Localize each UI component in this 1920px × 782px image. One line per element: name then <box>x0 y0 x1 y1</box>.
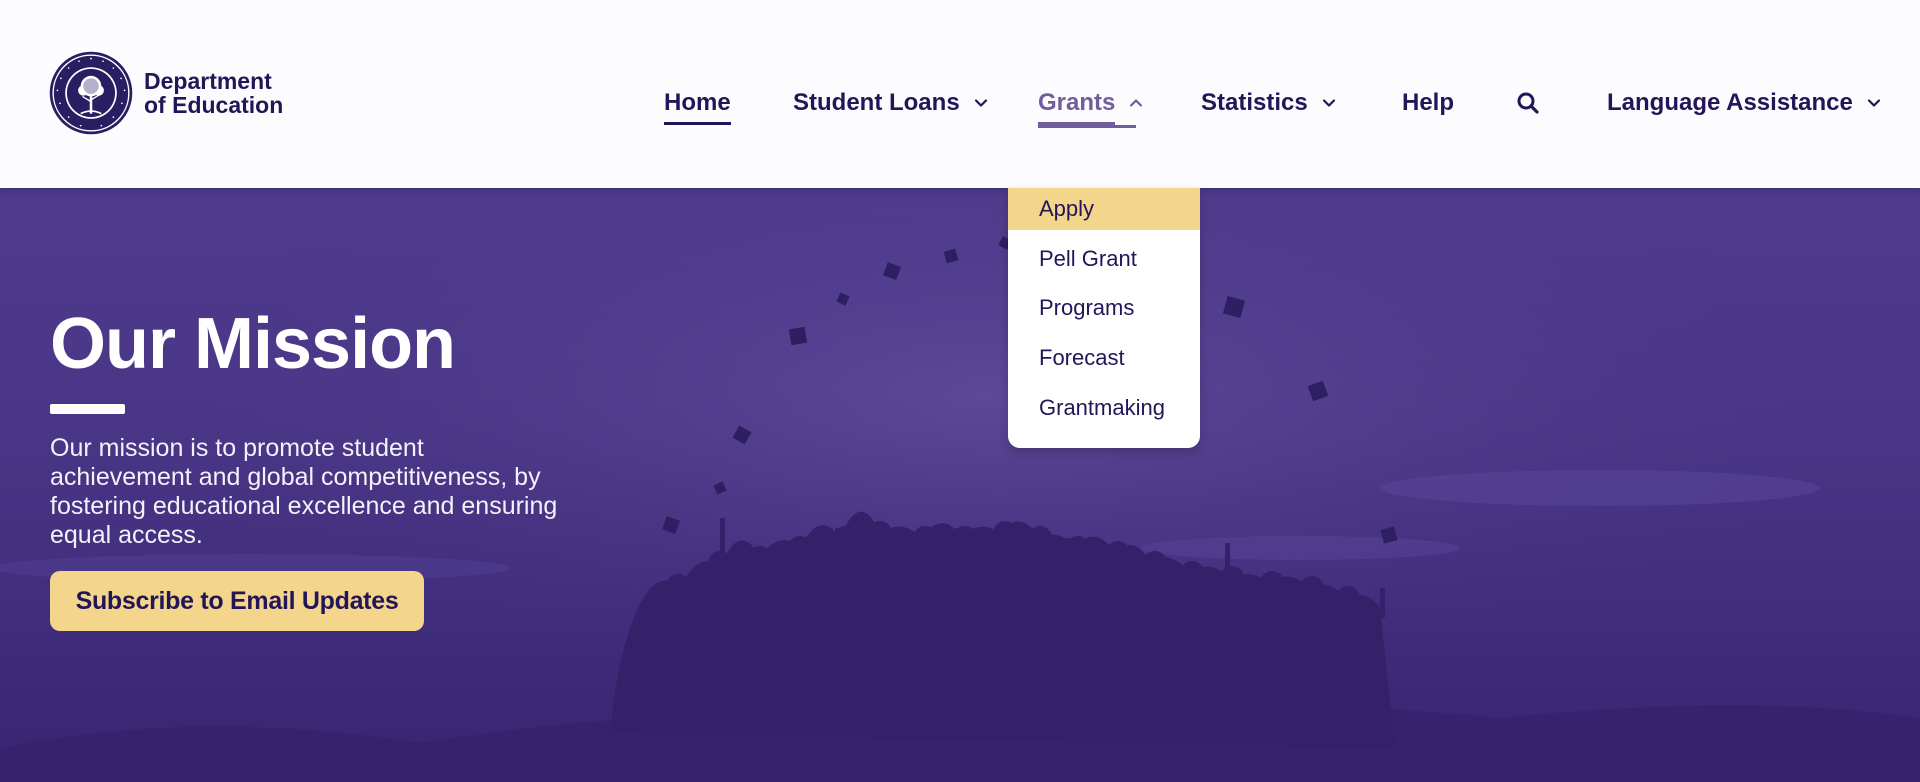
nav-grants[interactable]: Grants <box>1038 86 1143 128</box>
title-underline-rule <box>50 404 125 414</box>
nav-help[interactable]: Help <box>1402 86 1454 120</box>
search-icon <box>1517 92 1539 114</box>
chevron-down-icon <box>1867 99 1880 107</box>
nav-language-assistance-label: Language Assistance <box>1607 89 1853 116</box>
grants-dropdown-menu: Apply Pell Grant Programs Forecast Grant… <box>1008 188 1200 448</box>
subscribe-email-button[interactable]: Subscribe to Email Updates <box>50 571 424 631</box>
nav-student-loans-label: Student Loans <box>793 89 960 116</box>
hero-banner: Our Mission Our mission is to promote st… <box>0 188 1920 782</box>
nav-statistics-label: Statistics <box>1201 89 1308 116</box>
chevron-down-icon <box>974 99 987 107</box>
dropdown-item-programs[interactable]: Programs <box>1008 284 1200 334</box>
nav-help-label: Help <box>1402 89 1455 116</box>
search-button[interactable] <box>1516 86 1540 120</box>
dropdown-item-pell-grant[interactable]: Pell Grant <box>1008 234 1200 284</box>
nav-statistics[interactable]: Statistics <box>1201 86 1336 120</box>
chevron-up-icon <box>1130 99 1143 107</box>
site-header: Department of Education Home Student Loa… <box>0 0 1920 188</box>
dropdown-item-forecast[interactable]: Forecast <box>1008 333 1200 383</box>
mission-block: Our Mission Our mission is to promote st… <box>50 308 570 550</box>
main-nav: Home Student Loans Grants Statistics Hel… <box>0 86 1920 128</box>
mission-title: Our Mission <box>50 304 456 384</box>
dropdown-item-grantmaking[interactable]: Grantmaking <box>1008 383 1200 433</box>
dropdown-item-apply[interactable]: Apply <box>1008 188 1200 230</box>
nav-grants-label: Grants <box>1038 89 1116 125</box>
nav-home-label: Home <box>664 89 731 125</box>
nav-student-loans[interactable]: Student Loans <box>793 86 988 120</box>
mission-description: Our mission is to promote student achiev… <box>50 434 558 549</box>
chevron-down-icon <box>1322 99 1335 107</box>
nav-home[interactable]: Home <box>664 86 731 125</box>
nav-language-assistance[interactable]: Language Assistance <box>1607 86 1881 120</box>
nav-grants-underline <box>1038 125 1136 128</box>
